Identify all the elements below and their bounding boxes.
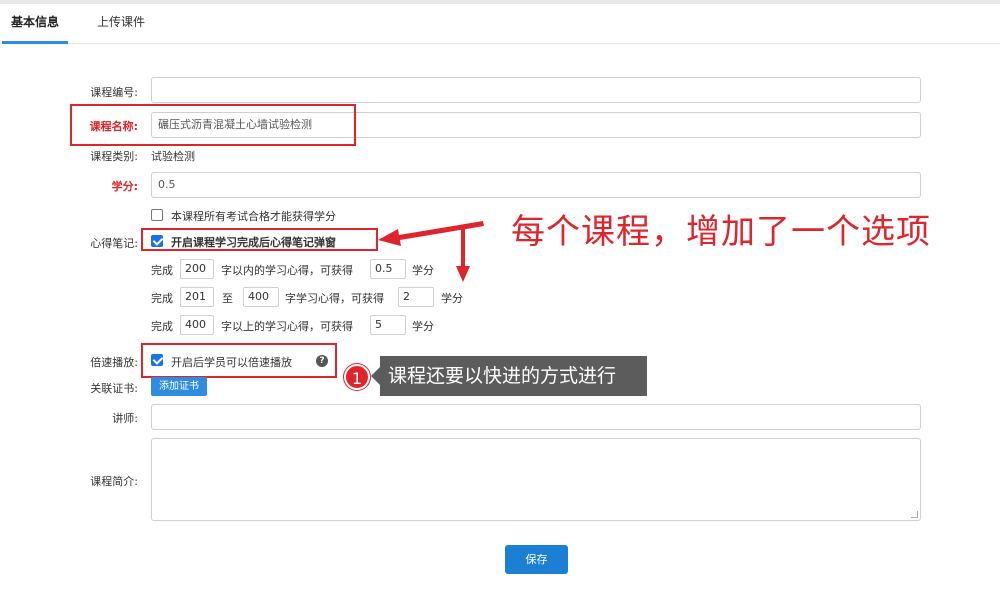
arrow-left-icon (378, 221, 484, 246)
highlight-notes-popup (141, 228, 378, 251)
intro-label: 课程简介: (90, 475, 138, 488)
highlight-speed (141, 343, 337, 378)
highlight-course-name (70, 104, 356, 146)
notes-row2-prefix: 完成 (151, 292, 173, 305)
speed-label: 倍速播放: (90, 356, 138, 369)
notes-row1-unit: 学分 (412, 264, 434, 277)
notes-row2-to-input[interactable]: 400 (243, 287, 279, 307)
course-no-label: 课程编号: (90, 86, 138, 99)
tooltip-pointer (371, 367, 380, 385)
notes-label: 心得笔记: (90, 237, 138, 250)
annotation-tooltip: 课程还要以快进的方式进行 (380, 356, 647, 396)
notes-row2-unit: 学分 (441, 292, 463, 305)
all-pass-label: 本课程所有考试合格才能获得学分 (171, 210, 336, 223)
notes-row3-text: 字以上的学习心得，可获得 (221, 320, 353, 333)
course-type-value: 试验检测 (151, 150, 195, 163)
all-pass-checkbox[interactable] (151, 209, 163, 221)
credit-label: 学分: (111, 180, 138, 193)
arrow-down-icon (456, 225, 470, 282)
notes-row2-score-input[interactable]: 2 (398, 287, 434, 307)
notes-row3-unit: 学分 (412, 320, 434, 333)
notes-row3-score-input[interactable]: 5 (370, 315, 406, 335)
notes-row3-prefix: 完成 (151, 320, 173, 333)
notes-row2-from-input[interactable]: 201 (180, 287, 214, 307)
cert-label: 关联证书: (90, 382, 138, 395)
annotation-badge: 1 (344, 364, 370, 390)
course-no-input[interactable] (151, 77, 921, 103)
add-certificate-button[interactable]: 添加证书 (151, 377, 207, 396)
notes-row1-text: 字以内的学习心得，可获得 (221, 264, 353, 277)
tab-basic-info[interactable]: 基本信息 (2, 4, 68, 44)
notes-row1-words-input[interactable]: 200 (180, 259, 214, 279)
notes-row2-to: 至 (222, 292, 233, 305)
teacher-input[interactable] (151, 404, 921, 430)
intro-textarea[interactable] (151, 438, 921, 521)
tab-bar: 基本信息 上传课件 (0, 4, 1000, 44)
tab-upload-courseware[interactable]: 上传课件 (88, 4, 154, 44)
save-button[interactable]: 保存 (505, 545, 568, 574)
resize-grip-icon[interactable] (911, 511, 918, 518)
annotation-big-text: 每个课程，增加了一个选项 (511, 212, 931, 252)
notes-row2-text: 字学习心得，可获得 (285, 292, 384, 305)
notes-row3-words-input[interactable]: 400 (180, 315, 214, 335)
teacher-label: 讲师: (112, 412, 138, 425)
course-type-label: 课程类别: (90, 150, 138, 163)
notes-row1-score-input[interactable]: 0.5 (370, 259, 406, 279)
credit-input[interactable]: 0.5 (151, 172, 921, 198)
notes-row1-prefix: 完成 (151, 264, 173, 277)
